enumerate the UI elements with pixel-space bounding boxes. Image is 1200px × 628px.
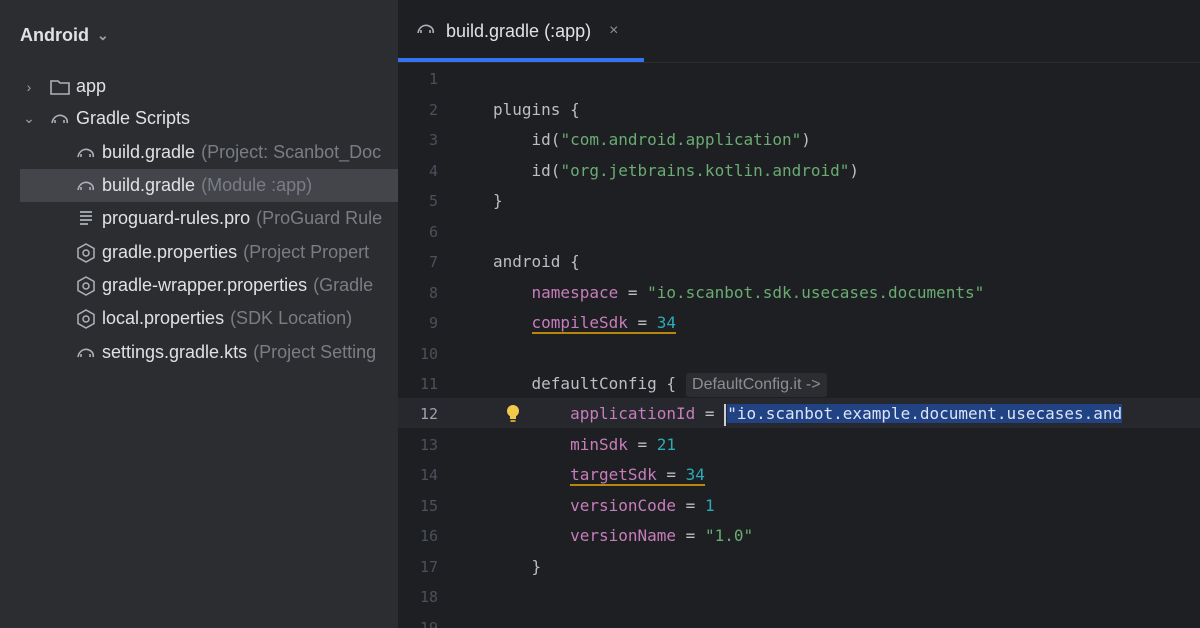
code-line: namespace = "io.scanbot.sdk.usecases.doc… [531, 283, 985, 302]
tree-item-label: gradle.properties [102, 242, 238, 262]
code-line: versionName = "1.0" [570, 526, 754, 545]
chevron-down-icon: ⌄ [97, 26, 109, 43]
code-editor[interactable]: build.gradle (:app) × 1 2 3 4 5 6 7 8 9 … [398, 0, 1200, 628]
line-number: 16 [419, 527, 438, 545]
inlay-hint: DefaultConfig.it -> [686, 373, 827, 397]
tree-item-proguard-rules[interactable]: proguard-rules.pro (ProGuard Rule [0, 202, 398, 235]
line-number: 14 [419, 466, 438, 484]
code-line: plugins { [493, 100, 580, 119]
tree-item-hint: (Module :app) [201, 175, 313, 195]
tab-build-gradle-app[interactable]: build.gradle (:app) × [398, 0, 644, 62]
project-view-label: Android [20, 24, 89, 45]
tree-item-settings-gradle-kts[interactable]: settings.gradle.kts (Project Setting [0, 336, 398, 369]
gradle-file-icon [76, 143, 96, 163]
line-number: 3 [428, 131, 438, 149]
tree-item-gradle-wrapper-properties[interactable]: gradle-wrapper.properties (Gradle [0, 269, 398, 302]
line-number: 15 [419, 497, 438, 515]
tree-item-hint: (Project Setting [253, 342, 377, 362]
text-caret [724, 403, 727, 426]
gradle-file-icon [416, 21, 436, 42]
tree-item-label: build.gradle [102, 175, 196, 195]
tree-item-hint: (ProGuard Rule [256, 208, 383, 228]
code-line: id("org.jetbrains.kotlin.android") [493, 161, 860, 180]
folder-icon [50, 77, 70, 97]
tree-item-local-properties[interactable]: local.properties (SDK Location) [0, 302, 398, 335]
code-line: } [493, 191, 503, 210]
gradle-file-icon [76, 176, 96, 196]
active-tab-indicator [398, 58, 644, 62]
code-line: compileSdk = 34 [493, 308, 677, 338]
tree-item-hint: (SDK Location) [230, 308, 353, 328]
code-line: android { [493, 252, 580, 271]
tree-item-gradle-properties[interactable]: gradle.properties (Project Propert [0, 236, 398, 269]
line-number: 17 [419, 558, 438, 576]
chevron-down-icon[interactable]: ⌄ [20, 110, 38, 127]
tree-item-app[interactable]: › app [0, 70, 398, 103]
tree-item-hint: (Project: Scanbot_Doc [201, 142, 382, 162]
editor-tab-bar: build.gradle (:app) × [398, 0, 1200, 63]
line-number: 11 [419, 375, 438, 393]
tree-item-label: build.gradle [102, 142, 196, 162]
tree-item-label: Gradle Scripts [76, 108, 191, 128]
tree-item-label: app [76, 76, 107, 96]
tree-item-label: local.properties [102, 308, 225, 328]
gradle-file-icon [76, 343, 96, 363]
tree-item-hint: (Gradle [313, 275, 374, 295]
tree-item-build-gradle-module[interactable]: build.gradle (Module :app) [20, 169, 398, 202]
code-line: id("com.android.application") [493, 130, 811, 149]
tree-item-label: gradle-wrapper.properties [102, 275, 308, 295]
line-number: 13 [419, 436, 438, 454]
tree-item-label: settings.gradle.kts [102, 342, 248, 362]
tree-item-label: proguard-rules.pro [102, 208, 251, 228]
line-number: 10 [419, 345, 438, 363]
text-file-icon [76, 209, 96, 229]
line-number: 7 [428, 253, 438, 271]
tree-item-gradle-scripts[interactable]: ⌄ Gradle Scripts [0, 102, 398, 135]
chevron-right-icon[interactable]: › [20, 79, 38, 95]
line-number: 1 [428, 70, 438, 88]
tab-label: build.gradle (:app) [446, 20, 592, 41]
line-number: 9 [428, 314, 438, 332]
close-icon[interactable]: × [609, 22, 618, 40]
line-number-current: 12 [419, 405, 438, 423]
line-number-gutter[interactable]: 1 2 3 4 5 6 7 8 9 10 11 12 13 14 15 16 1… [398, 64, 468, 628]
project-tool-window: Android ⌄ › app ⌄ Gradle Scripts build.g… [0, 0, 398, 628]
properties-icon [76, 275, 96, 296]
line-number: 4 [428, 162, 438, 180]
line-number: 19 [419, 619, 438, 628]
code-line: versionCode = 1 [570, 496, 715, 515]
code-line: minSdk = 21 [570, 435, 677, 454]
project-view-selector[interactable]: Android ⌄ [20, 22, 109, 48]
properties-icon [76, 308, 96, 329]
line-number: 8 [428, 284, 438, 302]
text-selection: "io.scanbot.example.document.usecases.an… [727, 404, 1123, 423]
gradle-icon [50, 109, 70, 129]
line-number: 2 [428, 101, 438, 119]
warning-underline[interactable]: compileSdk = 34 [531, 313, 677, 334]
tree-item-hint: (Project Propert [243, 242, 370, 262]
line-number: 18 [419, 588, 438, 606]
code-text-area[interactable]: plugins { id("com.android.application") … [493, 64, 1200, 628]
line-number: 6 [428, 223, 438, 241]
warning-underline[interactable]: targetSdk = 34 [570, 465, 705, 486]
code-line: targetSdk = 34 [493, 460, 705, 490]
code-line: } [493, 557, 542, 576]
line-number: 5 [428, 192, 438, 210]
tree-item-build-gradle-project[interactable]: build.gradle (Project: Scanbot_Doc [0, 136, 398, 169]
code-line: defaultConfig {DefaultConfig.it -> [493, 369, 827, 399]
properties-icon [76, 242, 96, 263]
code-line-current: applicationId = "io.scanbot.example.docu… [493, 399, 1123, 429]
